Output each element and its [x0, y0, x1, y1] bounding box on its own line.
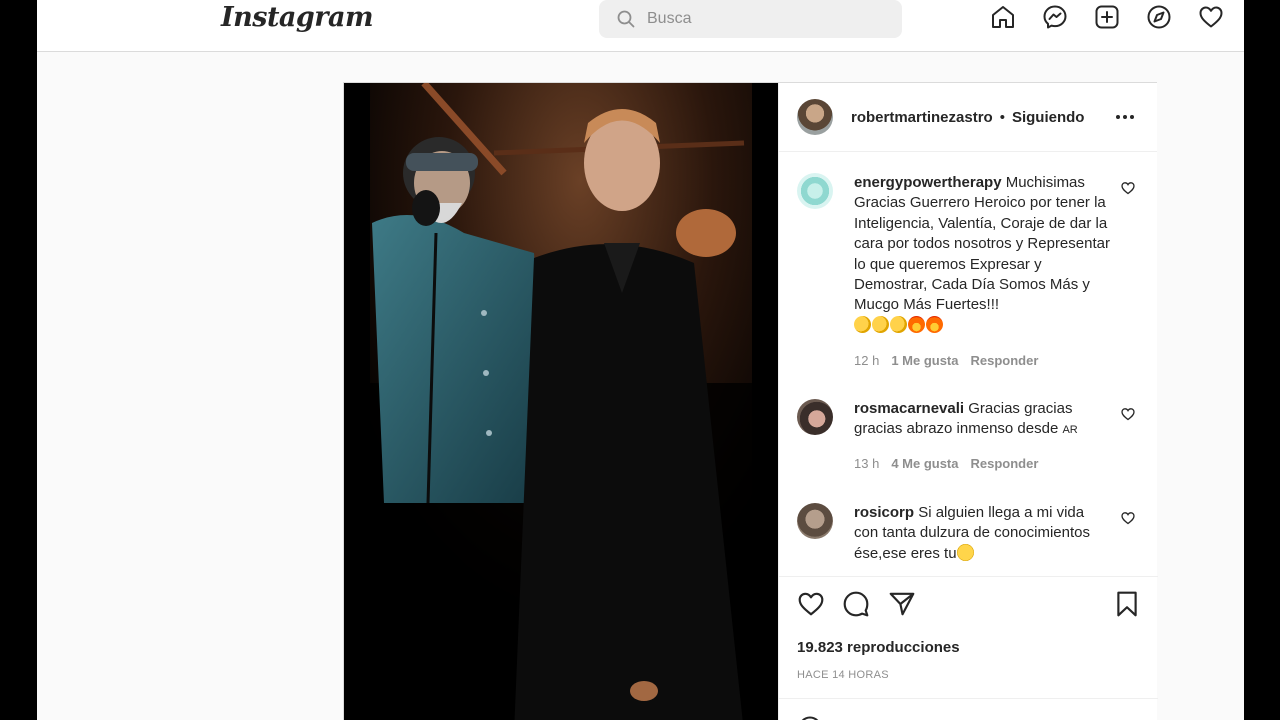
comment-item: rosicorp Si alguien llega a mi vida con … [797, 503, 1142, 573]
comment-body: rosicorp Si alguien llega a mi vida con … [854, 503, 1110, 564]
activity-heart-icon[interactable] [1198, 4, 1224, 30]
fire-emoji [926, 315, 943, 333]
search-box[interactable] [599, 0, 902, 38]
comment-username[interactable]: rosicorp [854, 504, 914, 521]
more-options-icon[interactable] [1115, 107, 1135, 125]
comment-meta: 13 h 4 Me gusta Responder [854, 456, 1038, 471]
comment-username[interactable]: rosmacarnevali [854, 400, 964, 417]
comments-list[interactable]: energypowertherapy Muchisimas Gracias Gu… [779, 152, 1158, 576]
comment-age[interactable]: 13 h [854, 456, 879, 471]
comment-item: energypowertherapy Muchisimas Gracias Gu… [797, 173, 1142, 373]
post-timestamp[interactable]: HACE 14 HORAS [797, 669, 889, 681]
page: Instagram Busca robertmartinezastro • Si… [37, 0, 1244, 720]
bookmark-icon[interactable] [1114, 590, 1140, 623]
comment-body: energypowertherapy Muchisimas Gracias Gu… [854, 173, 1110, 336]
post-details-panel: robertmartinezastro • Siguiendo energypo… [778, 83, 1158, 720]
instagram-logo[interactable]: Instagram [221, 2, 374, 33]
right-letterbox [1244, 0, 1280, 720]
comment-username[interactable]: energypowertherapy [854, 174, 1002, 191]
comment-meta: 12 h 1 Me gusta Responder [854, 353, 1038, 368]
video-frame-image [344, 83, 778, 720]
following-status[interactable]: Siguiendo [1012, 109, 1085, 126]
left-letterbox [0, 0, 37, 720]
like-comment-icon[interactable] [1121, 511, 1135, 530]
comment-age[interactable]: 12 h [854, 353, 879, 368]
comment-icon[interactable] [842, 590, 870, 623]
top-navigation: Instagram [37, 0, 1244, 52]
like-comment-icon[interactable] [1121, 181, 1135, 200]
commenter-avatar[interactable] [797, 399, 833, 435]
post-actions: 19.823 reproducciones HACE 14 HORAS [779, 576, 1158, 708]
reply-button[interactable]: Responder [971, 353, 1039, 368]
comment-body: rosmacarnevali Gracias gracias gracias a… [854, 399, 1110, 441]
reply-button[interactable]: Responder [971, 456, 1039, 471]
fire-emoji [908, 315, 925, 333]
comment-text: Muchisimas Gracias Guerrero Heroico por … [854, 174, 1110, 314]
comment-likes[interactable]: 1 Me gusta [891, 353, 958, 368]
author-username[interactable]: robertmartinezastro [851, 109, 993, 126]
commenter-avatar[interactable] [797, 503, 833, 539]
commenter-avatar[interactable] [797, 173, 833, 209]
flag-emoji: AR [1062, 424, 1078, 437]
nav-icon-bar [990, 4, 1224, 30]
clapping-hands-emoji [854, 315, 871, 333]
messenger-icon[interactable] [1042, 4, 1068, 30]
post-modal: robertmartinezastro • Siguiendo energypo… [343, 82, 1158, 720]
share-icon[interactable] [888, 590, 916, 623]
smiling-face-emoji [956, 543, 974, 561]
like-comment-icon[interactable] [1121, 407, 1135, 426]
new-post-icon[interactable] [1094, 4, 1120, 30]
author-avatar[interactable] [797, 99, 833, 135]
post-header: robertmartinezastro • Siguiendo [779, 83, 1157, 152]
add-comment-bar [779, 698, 1158, 720]
like-post-icon[interactable] [797, 590, 825, 623]
emoji-picker-icon[interactable] [797, 715, 823, 720]
search-input[interactable] [647, 10, 867, 28]
clapping-hands-emoji [890, 315, 907, 333]
view-count[interactable]: 19.823 reproducciones [797, 639, 960, 656]
search-icon [617, 10, 635, 28]
header-separator: • [999, 108, 1005, 126]
home-icon[interactable] [990, 4, 1016, 30]
comment-item: rosmacarnevali Gracias gracias gracias a… [797, 399, 1142, 489]
comment-likes[interactable]: 4 Me gusta [891, 456, 958, 471]
explore-icon[interactable] [1146, 4, 1172, 30]
clapping-hands-emoji [872, 315, 889, 333]
post-video[interactable] [344, 83, 778, 720]
